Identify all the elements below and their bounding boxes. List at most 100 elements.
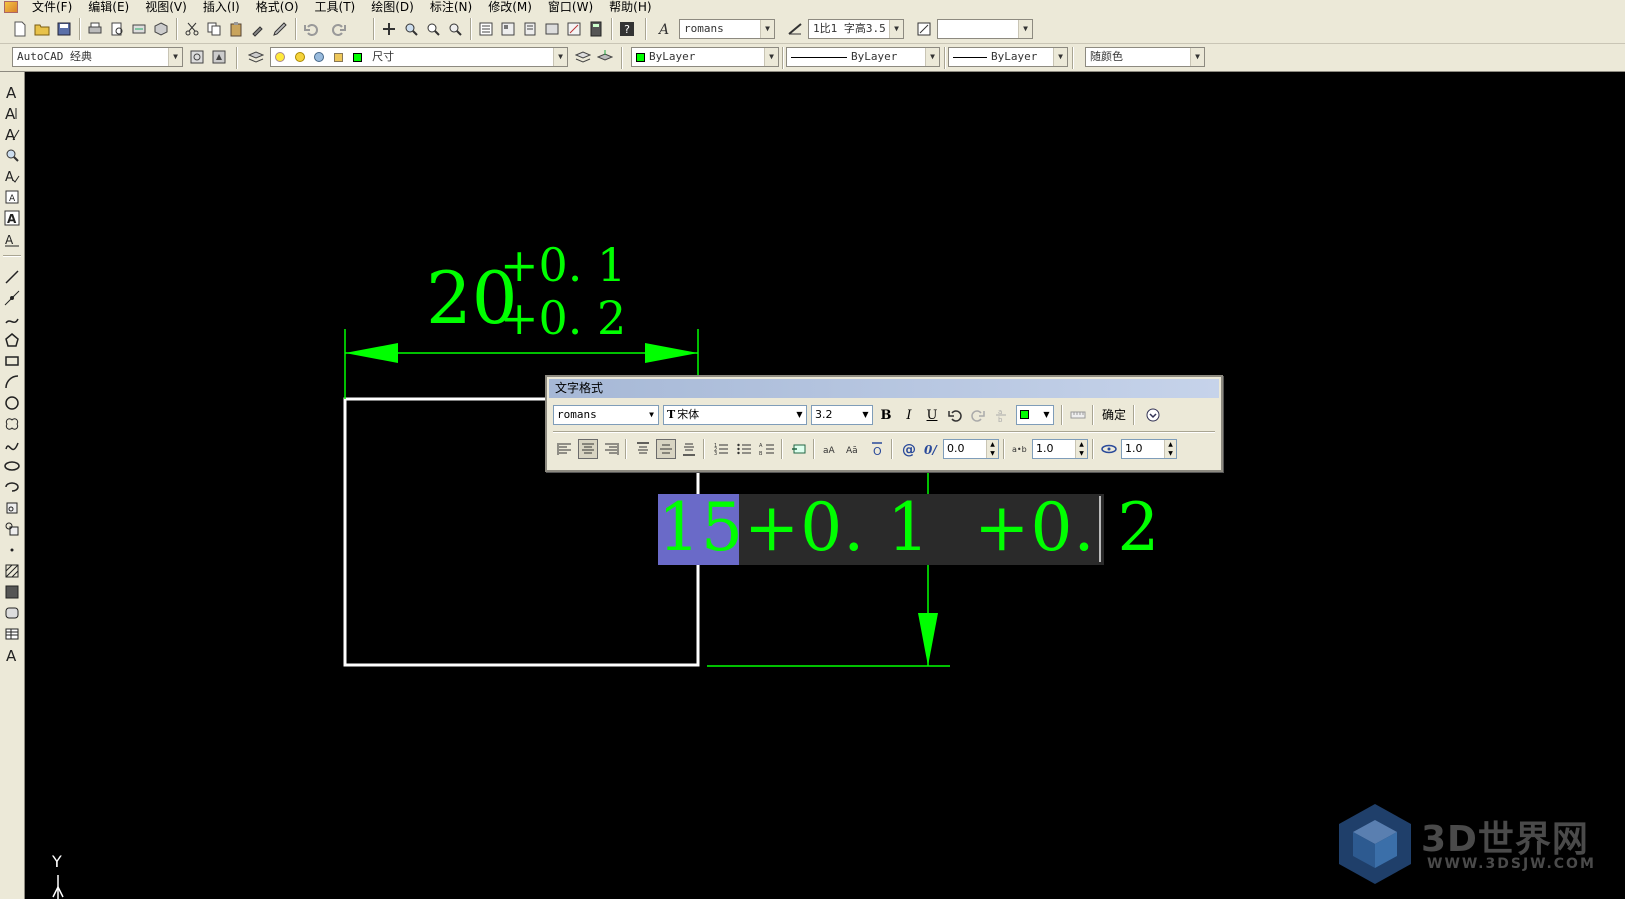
make-block-icon[interactable]	[2, 519, 22, 539]
menu-help[interactable]: 帮助(H)	[601, 0, 659, 14]
spin-up-icon[interactable]: ▲	[1165, 440, 1176, 449]
ok-button[interactable]: 确定	[1098, 405, 1130, 425]
text-style-icon[interactable]: A	[655, 19, 675, 39]
italic-button[interactable]: I	[899, 405, 919, 425]
polyline-icon[interactable]	[2, 309, 22, 329]
find-text-icon[interactable]	[2, 145, 22, 165]
tool-palettes-icon[interactable]	[520, 19, 540, 39]
layer-previous-icon[interactable]	[595, 47, 615, 67]
polygon-icon[interactable]	[2, 330, 22, 350]
plotstyle-combo[interactable]: 随颜色 ▼	[1085, 47, 1205, 67]
scale-text-icon[interactable]: A	[2, 208, 22, 228]
spin-up-icon[interactable]: ▲	[987, 440, 998, 449]
uppercase-icon[interactable]: aA	[821, 439, 841, 459]
menu-edit[interactable]: 编辑(E)	[80, 0, 137, 14]
multiline-text-icon[interactable]: A	[2, 82, 22, 102]
calculator-icon[interactable]	[586, 19, 606, 39]
ruler-icon[interactable]	[1068, 405, 1088, 425]
text-format-dialog[interactable]: 文字格式 romans ▼ T 宋体 ▼ 3.2 ▼ B I U ab ▼ 确定 123…	[545, 375, 1223, 472]
multiline-text-bottom-icon[interactable]: A	[2, 645, 22, 665]
menu-view[interactable]: 视图(V)	[137, 0, 195, 14]
oblique-angle-icon[interactable]: 0/	[922, 439, 942, 459]
overline-icon[interactable]: O	[867, 439, 887, 459]
zoom-previous-icon[interactable]	[445, 19, 465, 39]
undo-icon[interactable]	[301, 19, 321, 39]
width-factor-input[interactable]: 1.0 ▲ ▼	[1121, 439, 1177, 459]
revision-cloud-icon[interactable]	[2, 414, 22, 434]
lineweight-combo[interactable]: ByLayer ▼	[948, 47, 1068, 67]
layer-combo[interactable]: 尺寸 ▼	[270, 47, 568, 67]
workspace-save-icon[interactable]	[209, 47, 229, 67]
chevron-down-icon[interactable]: ▼	[1190, 48, 1204, 66]
text-color-dropdown[interactable]: ▼	[1016, 405, 1054, 425]
spell-check-icon[interactable]: A	[2, 166, 22, 186]
chevron-down-icon[interactable]: ▼	[1053, 48, 1067, 66]
spin-up-icon[interactable]: ▲	[1076, 440, 1087, 449]
undo-icon[interactable]	[945, 405, 965, 425]
align-middle-icon[interactable]	[656, 439, 676, 459]
bullets-icon[interactable]	[734, 439, 754, 459]
menu-tools[interactable]: 工具(T)	[307, 0, 364, 14]
text-style-dialog-icon[interactable]: A	[2, 187, 22, 207]
bold-button[interactable]: B	[876, 405, 896, 425]
print-icon[interactable]	[85, 19, 105, 39]
chevron-down-icon[interactable]: ▼	[793, 406, 806, 424]
align-top-icon[interactable]	[633, 439, 653, 459]
arc-icon[interactable]	[2, 372, 22, 392]
font-dropdown[interactable]: T 宋体 ▼	[663, 405, 807, 425]
menu-insert[interactable]: 插入(I)	[195, 0, 248, 14]
menu-file[interactable]: 文件(F)	[24, 0, 80, 14]
oblique-angle-input[interactable]: 0.0 ▲ ▼	[943, 439, 999, 459]
redo-icon[interactable]	[968, 405, 988, 425]
sheet-set-icon[interactable]	[542, 19, 562, 39]
publish-icon[interactable]	[129, 19, 149, 39]
app-icon[interactable]	[4, 1, 18, 13]
cut-icon[interactable]	[182, 19, 202, 39]
lock-icon[interactable]	[333, 52, 343, 62]
tracking-icon[interactable]: a•b	[1010, 439, 1030, 459]
spinner[interactable]: ▲ ▼	[1075, 440, 1087, 458]
3d-publish-icon[interactable]	[151, 19, 171, 39]
new-file-icon[interactable]	[10, 19, 30, 39]
chevron-down-icon[interactable]: ▼	[760, 20, 774, 38]
help-icon[interactable]: ?	[617, 19, 637, 39]
dimension-style-combo[interactable]: 1比1 字高3.5 ▼	[808, 19, 904, 39]
workspace-combo[interactable]: AutoCAD 经典 ▼	[12, 47, 183, 67]
align-right-icon[interactable]	[601, 439, 621, 459]
align-bottom-icon[interactable]	[679, 439, 699, 459]
menu-window[interactable]: 窗口(W)	[540, 0, 601, 14]
mtext-rest[interactable]: +0. 1 +0. 2	[744, 489, 1160, 566]
justify-text-icon[interactable]: A	[2, 229, 22, 249]
copy-icon[interactable]	[204, 19, 224, 39]
spin-down-icon[interactable]: ▼	[1076, 449, 1087, 458]
properties-icon[interactable]	[476, 19, 496, 39]
line-icon[interactable]	[2, 267, 22, 287]
lightbulb-icon[interactable]	[275, 52, 285, 62]
workspace-settings-icon[interactable]	[187, 47, 207, 67]
options-icon[interactable]	[1143, 405, 1163, 425]
table-style-icon[interactable]	[914, 19, 934, 39]
point-icon[interactable]	[2, 540, 22, 560]
chevron-down-icon[interactable]: ▼	[553, 48, 567, 66]
open-file-icon[interactable]	[32, 19, 52, 39]
spin-down-icon[interactable]: ▼	[1165, 449, 1176, 458]
table-icon[interactable]	[2, 624, 22, 644]
color-combo[interactable]: ByLayer ▼	[631, 47, 779, 67]
lowercase-icon[interactable]: Aā	[844, 439, 864, 459]
layer-color-swatch[interactable]	[352, 52, 362, 62]
align-left-icon[interactable]	[555, 439, 575, 459]
circle-icon[interactable]	[2, 393, 22, 413]
linetype-combo[interactable]: ByLayer ▼	[786, 47, 940, 67]
chevron-down-icon[interactable]: ▼	[889, 20, 903, 38]
chevron-down-icon[interactable]: ▼	[645, 406, 658, 424]
make-current-layer-icon[interactable]	[573, 47, 593, 67]
rectangle-icon[interactable]	[2, 351, 22, 371]
chevron-down-icon[interactable]: ▼	[764, 48, 778, 66]
hatch-icon[interactable]	[2, 561, 22, 581]
menu-dimension[interactable]: 标注(N)	[422, 0, 480, 14]
dimension-style-icon[interactable]	[785, 19, 805, 39]
menu-draw[interactable]: 绘图(D)	[363, 0, 422, 14]
block-editor-icon[interactable]	[270, 19, 290, 39]
drawing-canvas[interactable]: 20 +0. 1 +0. 2	[26, 73, 1625, 899]
viewport-freeze-icon[interactable]	[314, 52, 325, 62]
